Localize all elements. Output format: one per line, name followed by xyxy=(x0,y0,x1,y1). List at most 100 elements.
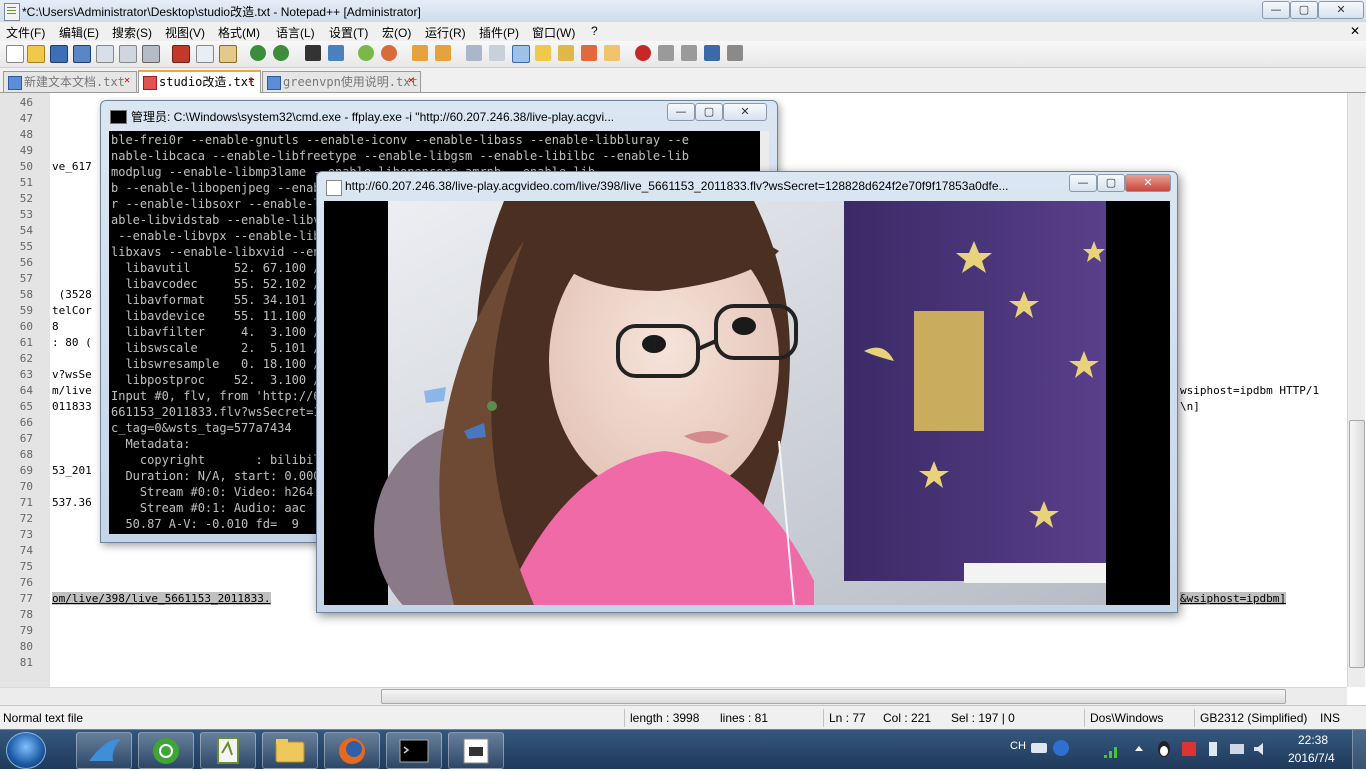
close-file-icon[interactable] xyxy=(96,45,114,63)
stop-macro-icon[interactable] xyxy=(658,45,674,61)
vertical-scroll-thumb[interactable] xyxy=(1349,420,1365,668)
line-number-gutter: 46 47 48 49 50 51 52 53 54 55 56 57 58 59 60 61 62 63 64 65… xyxy=(0,93,50,687)
menu-edit[interactable]: 编辑(E) xyxy=(59,24,99,41)
copy-icon[interactable] xyxy=(196,45,214,63)
taskbar-ffplay-icon[interactable] xyxy=(448,732,504,769)
sync-vertical-icon[interactable] xyxy=(412,45,428,61)
clock-date[interactable]: 2016/7/4 xyxy=(1288,751,1335,765)
close-button[interactable]: ✕ xyxy=(1318,1,1364,19)
indent-guide-icon[interactable] xyxy=(512,45,530,63)
menu-macro[interactable]: 宏(O) xyxy=(382,24,411,41)
line-number: 80 xyxy=(19,640,33,653)
record-macro-icon[interactable] xyxy=(635,45,651,61)
menu-search[interactable]: 搜索(S) xyxy=(112,24,152,41)
status-eol: Dos\Windows xyxy=(1090,711,1164,725)
horizontal-scrollbar[interactable] xyxy=(0,687,1347,705)
menu-view[interactable]: 视图(V) xyxy=(165,24,205,41)
line-number: 77 xyxy=(19,592,33,605)
help-icon[interactable] xyxy=(1052,739,1070,757)
line-number: 66 xyxy=(19,416,33,429)
status-selection: Sel : 197 | 0 xyxy=(951,711,1015,725)
replace-icon[interactable] xyxy=(328,45,344,61)
show-desktop-button[interactable] xyxy=(1352,730,1366,769)
usb-icon[interactable] xyxy=(1204,740,1222,758)
zoom-out-icon[interactable] xyxy=(381,45,397,61)
show-all-chars-icon[interactable] xyxy=(489,45,505,61)
taskbar-explorer-icon[interactable] xyxy=(262,732,318,769)
show-hidden-icons-icon[interactable] xyxy=(1134,743,1144,753)
paste-icon[interactable] xyxy=(219,45,237,63)
tab-close-icon[interactable]: ✕ xyxy=(405,75,417,87)
cmd-close-button[interactable]: ✕ xyxy=(723,103,767,121)
clock-time[interactable]: 22:38 xyxy=(1298,733,1328,747)
document-close-icon[interactable]: ✕ xyxy=(1350,24,1360,38)
print-icon[interactable] xyxy=(142,45,160,63)
network-status-icon[interactable] xyxy=(1228,740,1246,758)
cmd-minimize-button[interactable]: — xyxy=(667,103,695,121)
line-number: 64 xyxy=(19,384,33,397)
taskbar-notepadpp-icon[interactable] xyxy=(200,732,256,769)
npp-title-bar[interactable]: *C:\Users\Administrator\Desktop\studio改造… xyxy=(0,0,1366,23)
network-icon[interactable] xyxy=(1102,741,1122,759)
line-number: 60 xyxy=(19,320,33,333)
undo-icon[interactable] xyxy=(250,45,266,61)
vertical-scrollbar[interactable] xyxy=(1347,93,1365,687)
security-alert-icon[interactable] xyxy=(1180,740,1198,758)
run-macro-multiple-icon[interactable] xyxy=(704,45,720,61)
tab-new-text-document[interactable]: 新建文本文档.txt ✕ xyxy=(3,71,137,92)
zoom-in-icon[interactable] xyxy=(358,45,374,61)
menu-plugins[interactable]: 插件(P) xyxy=(479,24,519,41)
line-number: 75 xyxy=(19,560,33,573)
ffplay-window[interactable]: http://60.207.246.38/live-play.acgvideo.… xyxy=(316,171,1178,613)
ffplay-minimize-button[interactable]: — xyxy=(1069,174,1097,192)
save-macro-icon[interactable] xyxy=(727,45,743,61)
tab-studio[interactable]: studio改造.txt ✕ xyxy=(138,70,261,94)
menu-help[interactable]: ? xyxy=(591,24,598,38)
start-button[interactable] xyxy=(6,732,46,769)
tab-close-icon[interactable]: ✕ xyxy=(121,75,133,87)
tab-greenvpn[interactable]: greenvpn使用说明.txt ✕ xyxy=(262,71,421,92)
menu-language[interactable]: 语言(L) xyxy=(276,24,315,41)
doc-map-icon[interactable] xyxy=(558,45,574,61)
keyboard-icon[interactable] xyxy=(1030,739,1048,757)
line-number: 49 xyxy=(19,144,33,157)
folder-workspace-icon[interactable] xyxy=(604,45,620,61)
ffplay-close-button[interactable]: ✕ xyxy=(1125,174,1171,192)
console-line: ble-frei0r --enable-gnutls --enable-icon… xyxy=(111,133,689,147)
horizontal-scroll-thumb[interactable] xyxy=(381,689,1286,704)
save-icon[interactable] xyxy=(50,45,68,63)
tab-close-icon[interactable]: ✕ xyxy=(245,75,257,87)
save-all-icon[interactable] xyxy=(73,45,91,63)
menu-window[interactable]: 窗口(W) xyxy=(532,24,575,41)
code-line-71: 537.36 xyxy=(52,496,92,509)
qq-icon[interactable] xyxy=(1155,740,1173,758)
play-macro-icon[interactable] xyxy=(681,45,697,61)
line-number: 79 xyxy=(19,624,33,637)
new-file-icon[interactable] xyxy=(6,45,24,63)
find-icon[interactable] xyxy=(305,45,321,61)
taskbar-firefox-icon[interactable] xyxy=(324,732,380,769)
open-file-icon[interactable] xyxy=(27,45,45,63)
taskbar-shark-app-icon[interactable] xyxy=(76,732,132,769)
taskbar-cmd-icon[interactable] xyxy=(386,732,442,769)
word-wrap-icon[interactable] xyxy=(466,45,482,61)
cut-icon[interactable] xyxy=(172,45,190,63)
sync-horizontal-icon[interactable] xyxy=(435,45,451,61)
tray-language-indicator[interactable]: CH xyxy=(1010,740,1026,752)
menu-file[interactable]: 文件(F) xyxy=(6,24,45,41)
minimize-button[interactable]: — xyxy=(1262,1,1290,19)
line-number: 53 xyxy=(19,208,33,221)
menu-run[interactable]: 运行(R) xyxy=(425,24,466,41)
function-list-icon[interactable] xyxy=(581,45,597,61)
video-frame[interactable] xyxy=(324,201,1170,605)
ffplay-maximize-button[interactable]: ▢ xyxy=(1097,174,1125,192)
close-all-icon[interactable] xyxy=(119,45,137,63)
cmd-maximize-button[interactable]: ▢ xyxy=(695,103,723,121)
udl-icon[interactable] xyxy=(535,45,551,61)
redo-icon[interactable] xyxy=(273,45,289,61)
menu-format[interactable]: 格式(M) xyxy=(218,24,260,41)
taskbar-wifi-app-icon[interactable] xyxy=(138,732,194,769)
maximize-button[interactable]: ▢ xyxy=(1290,1,1318,19)
menu-settings[interactable]: 设置(T) xyxy=(329,24,368,41)
volume-icon[interactable] xyxy=(1252,740,1270,758)
